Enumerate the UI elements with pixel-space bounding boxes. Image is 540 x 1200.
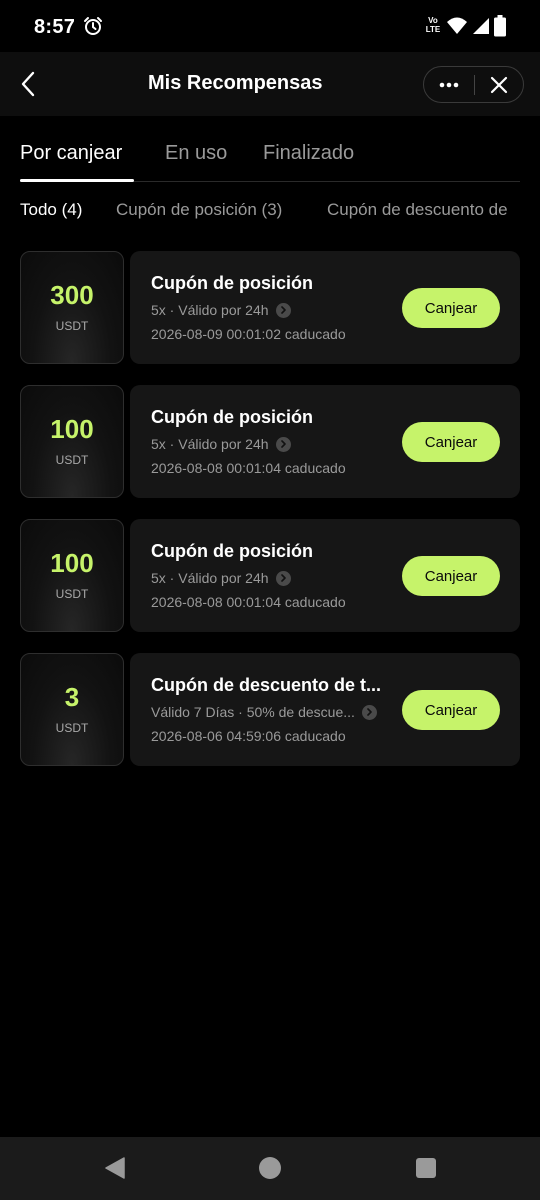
tab-finalizado[interactable]: Finalizado <box>263 142 354 165</box>
back-button[interactable] <box>12 64 44 104</box>
coupon-card: 300 USDT Cupón de posición 5x · Válido p… <box>20 251 520 364</box>
close-button[interactable] <box>474 67 523 102</box>
coupon-expiry: 2026-08-06 04:59:06 caducado <box>151 728 346 744</box>
coupon-body: Cupón de posición 5x · Válido por 24h 20… <box>130 251 520 364</box>
coupon-terms: Válido 7 Días · 50% de descue... <box>151 704 355 720</box>
coupon-body: Cupón de posición 5x · Válido por 24h 20… <box>130 385 520 498</box>
page-title: Mis Recompensas <box>148 72 323 94</box>
redeem-button[interactable]: Canjear <box>402 422 500 462</box>
coupon-terms: 5x · Válido por 24h <box>151 302 269 318</box>
nav-recents-icon[interactable] <box>416 1158 436 1178</box>
coupon-amount: 100 <box>50 548 94 578</box>
redeem-button[interactable]: Canjear <box>402 556 500 596</box>
status-bar: 8:57 Vo LTE <box>0 0 540 52</box>
active-tab-indicator <box>20 179 134 182</box>
status-time: 8:57 <box>34 16 76 38</box>
coupon-body: Cupón de descuento de t... Válido 7 Días… <box>130 653 520 766</box>
main-tabs: Por canjear En uso Finalizado <box>20 138 520 182</box>
coupon-expiry: 2026-08-09 00:01:02 caducado <box>151 326 346 342</box>
coupon-terms-row: 5x · Válido por 24h <box>151 301 291 319</box>
coupon-expiry: 2026-08-08 00:01:04 caducado <box>151 460 346 476</box>
header-actions <box>423 66 524 103</box>
coupon-card: 100 USDT Cupón de posición 5x · Válido p… <box>20 519 520 632</box>
filter-cupon-descuento[interactable]: Cupón de descuento de <box>327 200 508 220</box>
redeem-button[interactable]: Canjear <box>402 690 500 730</box>
filter-cupon-posicion[interactable]: Cupón de posición (3) <box>116 200 282 220</box>
chevron-right-circle-icon[interactable] <box>275 570 291 586</box>
coupon-expiry: 2026-08-08 00:01:04 caducado <box>151 594 346 610</box>
coupon-amount: 3 <box>64 682 80 712</box>
system-nav-bar <box>0 1137 540 1200</box>
close-icon <box>490 76 507 93</box>
tab-en-uso[interactable]: En uso <box>165 142 227 165</box>
coupon-title: Cupón de descuento de t... <box>151 675 382 695</box>
coupon-body: Cupón de posición 5x · Válido por 24h 20… <box>130 519 520 632</box>
coupon-title: Cupón de posición <box>151 407 313 427</box>
filter-chips: Todo (4) Cupón de posición (3) Cupón de … <box>0 198 540 226</box>
redeem-button[interactable]: Canjear <box>402 288 500 328</box>
coupon-terms: 5x · Válido por 24h <box>151 436 269 452</box>
coupon-terms-row: 5x · Válido por 24h <box>151 435 291 453</box>
coupon-amount: 100 <box>50 414 94 444</box>
coupon-amount-box: 100 USDT <box>20 519 124 632</box>
filter-todo[interactable]: Todo (4) <box>20 200 82 220</box>
coupon-amount-box: 300 USDT <box>20 251 124 364</box>
nav-home-icon[interactable] <box>259 1157 281 1179</box>
more-options-button[interactable] <box>424 67 474 102</box>
more-dots-icon <box>439 82 459 87</box>
signal-icon <box>472 16 490 36</box>
coupon-terms-row: Válido 7 Días · 50% de descue... <box>151 703 377 721</box>
coupon-currency: USDT <box>55 319 89 333</box>
coupon-currency: USDT <box>55 587 89 601</box>
chevron-right-circle-icon[interactable] <box>275 436 291 452</box>
volte-bottom-label: LTE <box>425 25 441 34</box>
coupon-amount-box: 3 USDT <box>20 653 124 766</box>
volte-icon: Vo LTE <box>423 16 443 36</box>
alarm-icon <box>83 16 103 36</box>
chevron-right-circle-icon[interactable] <box>275 302 291 318</box>
coupon-currency: USDT <box>55 453 89 467</box>
app-header: Mis Recompensas <box>0 52 540 116</box>
wifi-icon <box>446 16 468 36</box>
volte-top-label: Vo <box>428 16 438 25</box>
coupon-amount-box: 100 USDT <box>20 385 124 498</box>
coupon-currency: USDT <box>55 721 89 735</box>
back-icon <box>21 71 35 97</box>
chevron-right-circle-icon[interactable] <box>361 704 377 720</box>
coupon-card: 3 USDT Cupón de descuento de t... Válido… <box>20 653 520 766</box>
battery-icon <box>494 15 506 37</box>
coupon-card: 100 USDT Cupón de posición 5x · Válido p… <box>20 385 520 498</box>
coupon-terms: 5x · Válido por 24h <box>151 570 269 586</box>
coupon-title: Cupón de posición <box>151 541 313 561</box>
coupon-title: Cupón de posición <box>151 273 313 293</box>
tab-por-canjear[interactable]: Por canjear <box>20 142 122 165</box>
nav-back-icon[interactable] <box>104 1157 126 1179</box>
coupon-terms-row: 5x · Válido por 24h <box>151 569 291 587</box>
coupon-amount: 300 <box>50 280 94 310</box>
